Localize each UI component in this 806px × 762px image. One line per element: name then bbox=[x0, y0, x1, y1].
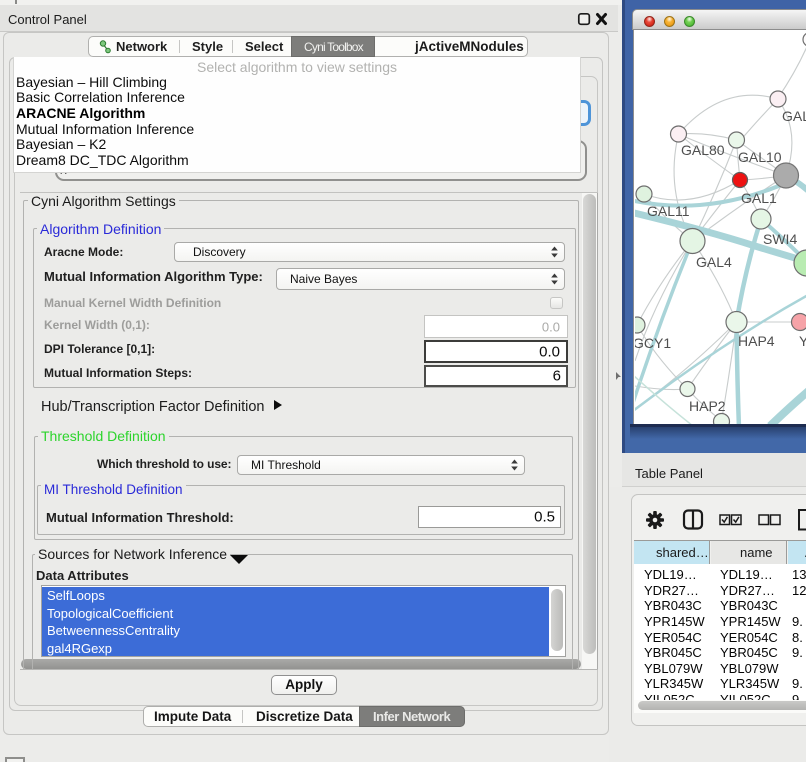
svg-text:HAP2: HAP2 bbox=[689, 398, 726, 414]
svg-text:HAP4: HAP4 bbox=[738, 333, 775, 349]
svg-text:GAL4: GAL4 bbox=[696, 254, 732, 270]
svg-text:GAL11: GAL11 bbox=[647, 203, 690, 219]
svg-text:SWI4: SWI4 bbox=[763, 231, 797, 247]
svg-text:GAL1: GAL1 bbox=[741, 190, 777, 206]
svg-text:GAL10: GAL10 bbox=[738, 149, 782, 165]
svg-text:GCY1: GCY1 bbox=[635, 335, 671, 351]
svg-text:GAL7: GAL7 bbox=[782, 108, 806, 124]
svg-text:Y: Y bbox=[799, 333, 806, 349]
svg-text:GAL80: GAL80 bbox=[681, 142, 725, 158]
